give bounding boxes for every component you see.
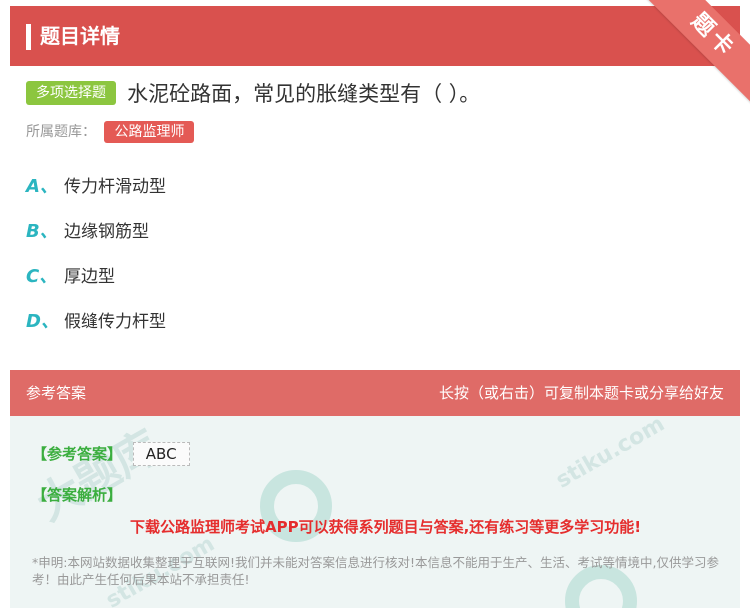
option-text: 厚边型 <box>64 267 115 287</box>
question-stem: 水泥砼路面，常见的胀缝类型有（ ）。 <box>127 82 481 106</box>
share-hint: 长按（或右击）可复制本题卡或分享给好友 <box>438 384 724 402</box>
bank-tag[interactable]: 公路监理师 <box>104 121 195 143</box>
reference-answer-row: 【参考答案】 ABC <box>32 442 190 466</box>
question-stem-row: 多项选择题 水泥砼路面，常见的胀缝类型有（ ）。 <box>26 78 736 108</box>
option-letter: C、 <box>26 266 58 287</box>
option-a[interactable]: A、 传力杆滑动型 <box>26 172 166 217</box>
answer-header: 参考答案 长按（或右击）可复制本题卡或分享给好友 <box>10 370 740 416</box>
option-text: 边缘钢筋型 <box>64 222 149 242</box>
reference-answer-label: 【参考答案】 <box>32 445 123 463</box>
option-b[interactable]: B、 边缘钢筋型 <box>26 217 166 262</box>
reference-answer-value: ABC <box>132 442 190 466</box>
watermark-text: 大题库 <box>28 420 169 531</box>
option-c[interactable]: C、 厚边型 <box>26 262 166 307</box>
page-title: 题目详情 <box>40 24 120 48</box>
page-header: 题目详情 <box>10 6 740 66</box>
question-type-badge: 多项选择题 <box>26 81 116 105</box>
disclaimer-text: *申明:本网站数据收集整理于互联网!我们并未能对答案信息进行核对!本信息不能用于… <box>32 555 719 587</box>
option-text: 传力杆滑动型 <box>64 177 166 197</box>
answer-header-title: 参考答案 <box>26 384 87 402</box>
header-accent-bar <box>26 24 31 50</box>
watermark-text: stiku.com <box>551 411 670 494</box>
option-letter: A、 <box>26 176 58 197</box>
question-bank: 所属题库： 公路监理师 <box>26 121 195 143</box>
option-list: A、 传力杆滑动型 B、 边缘钢筋型 C、 厚边型 D、 假缝传力杆型 <box>26 172 166 352</box>
option-d[interactable]: D、 假缝传力杆型 <box>26 307 166 352</box>
analysis-label: 【答案解析】 <box>32 486 123 504</box>
download-app-link[interactable]: 下载公路监理师考试APP可以获得系列题目与答案,还有练习等更多学习功能! <box>130 516 641 537</box>
bank-label: 所属题库： <box>26 124 96 140</box>
option-letter: D、 <box>26 311 59 332</box>
answer-panel: 大题库 stiku.com stiku.com 参考答案 长按（或右击）可复制本… <box>10 370 740 608</box>
option-letter: B、 <box>26 221 58 242</box>
option-text: 假缝传力杆型 <box>64 312 166 332</box>
